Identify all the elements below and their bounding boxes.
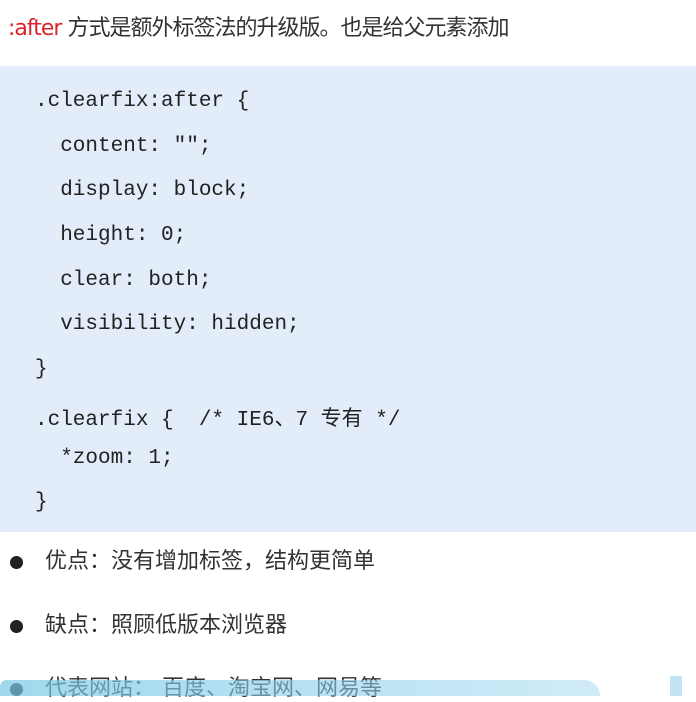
- code-line: }: [35, 358, 48, 381]
- intro-text: :after 方式是额外标签法的升级版。也是给父元素添加: [8, 10, 509, 42]
- code-line: height: 0;: [35, 224, 187, 247]
- code-line: .clearfix:after {: [35, 90, 250, 113]
- list-item-text: 优点：没有增加标签，结构更简单: [45, 549, 376, 574]
- code-line: clear: both;: [35, 269, 212, 292]
- code-line: .clearfix { /* IE6、7 专有 */: [35, 409, 401, 432]
- code-block: .clearfix:after { content: ""; display: …: [0, 66, 696, 532]
- list-item: 优点：没有增加标签，结构更简单: [10, 543, 375, 575]
- bullet-icon: [10, 619, 23, 633]
- code-line: }: [35, 491, 48, 514]
- intro-description: 方式是额外标签法的升级版。也是给父元素添加: [61, 16, 509, 41]
- decorative-brush-mark: [670, 676, 682, 696]
- code-line: *zoom: 1;: [35, 447, 174, 470]
- code-line: display: block;: [35, 179, 250, 202]
- code-line: content: "";: [35, 135, 212, 158]
- after-keyword: :after: [8, 16, 62, 41]
- list-item-text: 缺点：照顾低版本浏览器: [45, 613, 288, 638]
- bullet-icon: [10, 555, 23, 569]
- code-line: visibility: hidden;: [35, 313, 300, 336]
- list-item: 缺点：照顾低版本浏览器: [10, 607, 287, 639]
- decorative-brush-stroke: [0, 680, 600, 696]
